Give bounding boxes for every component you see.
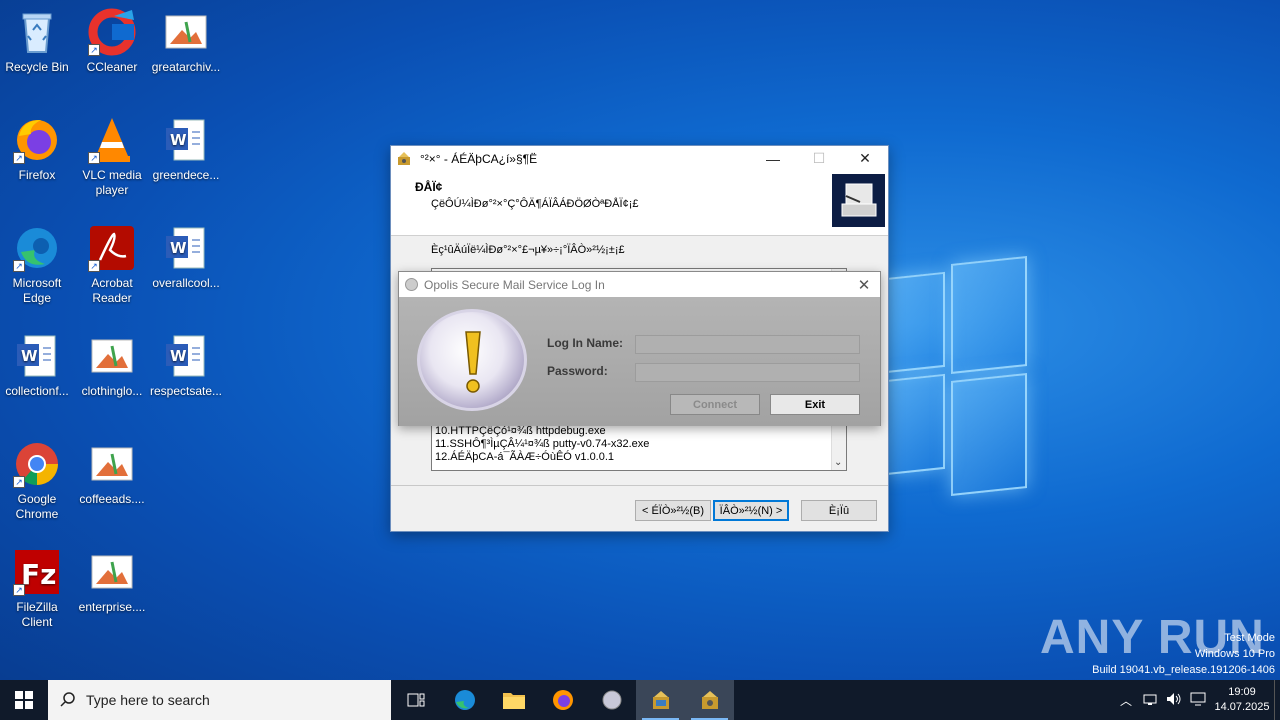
svg-text:W: W (170, 131, 187, 149)
svg-text:W: W (170, 239, 187, 257)
start-button[interactable] (0, 680, 48, 720)
taskbar-installer-1[interactable] (636, 680, 685, 720)
desktop-icon-filezilla[interactable]: Fz ↗ FileZilla Client (0, 548, 74, 630)
task-view-icon (407, 693, 424, 707)
svg-text:W: W (170, 347, 187, 365)
edge-icon: ↗ (13, 224, 61, 272)
clock-time: 19:09 (1228, 686, 1256, 698)
warning-icon (417, 309, 527, 411)
desktop-icon-coffeeads[interactable]: coffeeads.... (75, 440, 149, 507)
header-title: ÐÅÏ¢ (415, 180, 443, 194)
taskbar-file-explorer[interactable] (489, 680, 538, 720)
next-button[interactable]: ÏÂÒ»²½(N) > (713, 500, 789, 521)
word-doc-icon: W (162, 224, 210, 272)
setup-icon (701, 691, 718, 709)
cancel-button[interactable]: È¡Ïû (801, 500, 877, 521)
installer-icon (652, 691, 669, 709)
app-icon (405, 278, 418, 291)
header-subtitle: ÇëÔÚ¼ÌÐø°²×°Ç°ÔÄ¶ÁÏÂÁÐÖØÒªÐÅÏ¢¡£ (431, 198, 639, 210)
taskbar-installer-2[interactable] (685, 680, 734, 720)
taskbar-opolis-app[interactable] (587, 680, 636, 720)
desktop-icon-ccleaner[interactable]: ↗ CCleaner (75, 8, 149, 75)
image-file-icon (88, 440, 136, 488)
windows-start-icon (15, 691, 33, 709)
desktop-icon-vlc[interactable]: ↗ VLC media player (75, 116, 149, 198)
close-icon[interactable]: ✕ (848, 276, 880, 294)
network-icon[interactable] (1138, 692, 1162, 709)
image-file-icon (162, 8, 210, 56)
display-icon[interactable] (1186, 692, 1210, 709)
back-button[interactable]: < ÉÏÒ»²½(B) (635, 500, 711, 521)
installer-body-text: Èç¹ûÄúÏë¼ÌÐø°²×°£¬µ¥»÷¡°ÏÂÒ»²½¡±¡£ (431, 244, 625, 256)
filezilla-icon: Fz ↗ (13, 548, 61, 596)
minimize-button[interactable]: — (750, 146, 796, 171)
login-title: Opolis Secure Mail Service Log In (424, 277, 605, 292)
system-tray: ︿ 19:09 14.07.2025 (1114, 680, 1280, 720)
list-item: 10.HTTPÇëÇó¹¤¾ß httpdebug.exe (435, 425, 606, 437)
desktop-icon-firefox[interactable]: ↗ Firefox (0, 116, 74, 183)
svg-text:Fz: Fz (21, 558, 56, 591)
firefox-icon: ↗ (13, 116, 61, 164)
task-view-button[interactable] (391, 680, 440, 720)
login-dialog: Opolis Secure Mail Service Log In ✕ Log … (398, 271, 881, 426)
taskbar-search-box[interactable]: Type here to search (48, 680, 391, 720)
taskbar: Type here to search ︿ 19:09 14.07.2025 (0, 680, 1280, 720)
installer-logo-icon (832, 174, 885, 227)
installer-app-icon (396, 151, 412, 167)
password-field[interactable] (635, 363, 860, 382)
search-placeholder: Type here to search (86, 692, 210, 708)
word-doc-icon: W (162, 332, 210, 380)
desktop-icon-greatarchive[interactable]: greatarchiv... (149, 8, 223, 75)
image-file-icon (88, 548, 136, 596)
opolis-icon (602, 690, 621, 710)
desktop-icon-enterprise[interactable]: enterprise.... (75, 548, 149, 615)
svg-text:W: W (21, 347, 38, 365)
clock-date: 14.07.2025 (1214, 701, 1270, 713)
test-mode-watermark: Test Mode Windows 10 Pro Build 19041.vb_… (1092, 632, 1275, 676)
folder-icon (502, 693, 525, 709)
desktop-icon-recycle-bin[interactable]: Recycle Bin (0, 8, 74, 75)
divider (391, 485, 888, 486)
connect-button[interactable]: Connect (670, 394, 760, 415)
search-icon (60, 691, 76, 710)
login-name-field[interactable] (635, 335, 860, 354)
chevron-up-icon[interactable]: ︿ (1114, 692, 1138, 709)
image-file-icon (88, 332, 136, 380)
close-button[interactable]: ✕ (842, 146, 888, 171)
login-titlebar[interactable]: Opolis Secure Mail Service Log In ✕ (399, 272, 880, 297)
ccleaner-icon: ↗ (88, 8, 136, 56)
maximize-button[interactable]: ☐ (796, 146, 842, 171)
taskbar-edge[interactable] (440, 680, 489, 720)
list-item: 11.SSHÔ¶³ÌµÇÂ¼¹¤¾ß putty-v0.74-x32.exe (435, 438, 650, 450)
windows-wallpaper-logo (885, 255, 1035, 496)
clock[interactable]: 19:09 14.07.2025 (1210, 685, 1274, 715)
recycle-bin-icon (13, 8, 61, 56)
taskbar-firefox[interactable] (538, 680, 587, 720)
desktop-icon-greendece[interactable]: W greendece... (149, 116, 223, 183)
vlc-icon: ↗ (88, 116, 136, 164)
edge-icon (454, 690, 475, 710)
desktop-icon-clothinglo[interactable]: clothinglo... (75, 332, 149, 399)
firefox-icon (552, 690, 573, 710)
show-desktop-button[interactable] (1274, 680, 1280, 720)
word-doc-icon: W (13, 332, 61, 380)
word-doc-icon: W (162, 116, 210, 164)
chevron-down-icon[interactable]: ⌄ (834, 457, 842, 468)
installer-titlebar[interactable]: °²×° - ÁÉÄþCA¿í»§¶Ë — ☐ ✕ (391, 146, 888, 171)
desktop-icon-acrobat[interactable]: ↗ Acrobat Reader (75, 224, 149, 306)
list-item: 12.ÁÉÄþCA-á¯ÃÀÆ÷ÓùÊÓ v1.0.0.1 (435, 451, 615, 463)
desktop-icon-respectsate[interactable]: W respectsate... (149, 332, 223, 399)
installer-header: ÐÅÏ¢ ÇëÔÚ¼ÌÐø°²×°Ç°ÔÄ¶ÁÏÂÁÐÖØÒªÐÅÏ¢¡£ (391, 171, 888, 236)
login-name-label: Log In Name: (547, 336, 624, 350)
desktop-icon-collectionf[interactable]: W collectionf... (0, 332, 74, 399)
acrobat-icon: ↗ (88, 224, 136, 272)
exit-button[interactable]: Exit (770, 394, 860, 415)
chrome-icon: ↗ (13, 440, 61, 488)
password-label: Password: (547, 364, 608, 378)
volume-icon[interactable] (1162, 692, 1186, 709)
desktop-icon-edge[interactable]: ↗ Microsoft Edge (0, 224, 74, 306)
installer-title: °²×° - ÁÉÄþCA¿í»§¶Ë (420, 151, 538, 166)
desktop-icon-overallcool[interactable]: W overallcool... (149, 224, 223, 291)
desktop-icon-chrome[interactable]: ↗ Google Chrome (0, 440, 74, 522)
